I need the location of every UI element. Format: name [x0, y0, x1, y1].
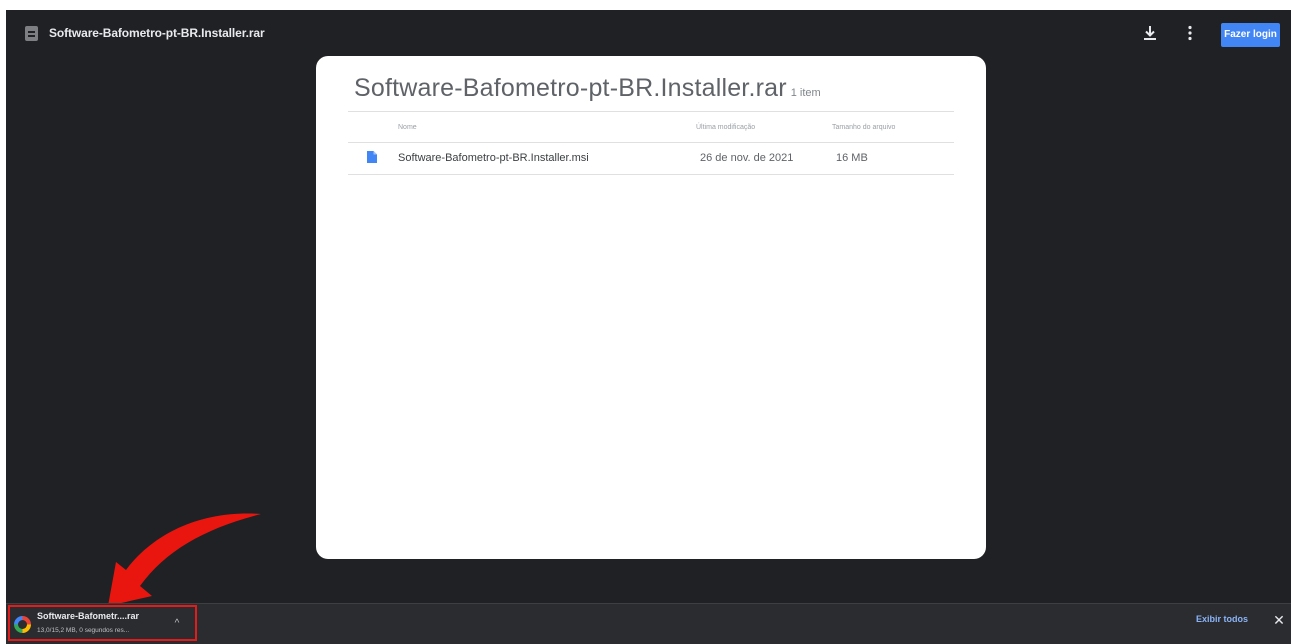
top-bar: Software-Bafometro-pt-BR.Installer.rar F… [6, 10, 1291, 56]
close-icon[interactable]: ✕ [1272, 612, 1286, 628]
file-name: Software-Bafometro-pt-BR.Installer.msi [398, 152, 589, 164]
viewer-window: Software-Bafometro-pt-BR.Installer.rar F… [6, 10, 1291, 644]
viewer-title: Software-Bafometro-pt-BR.Installer.rar [49, 26, 265, 40]
download-file-icon [14, 616, 31, 633]
column-header-name[interactable]: Nome [398, 124, 417, 131]
archive-card: Software-Bafometro-pt-BR.Installer.rar 1 … [316, 56, 986, 559]
table-row[interactable]: Software-Bafometro-pt-BR.Installer.msi 2… [348, 143, 954, 174]
download-icon[interactable] [1141, 24, 1159, 42]
show-all-button[interactable]: Exibir todos [1196, 614, 1248, 624]
file-size: 16 MB [836, 152, 868, 164]
divider [348, 174, 954, 175]
download-bar: Software-Bafometr....rar 13,0/15,2 MB, 0… [6, 603, 1291, 644]
divider [348, 111, 954, 112]
file-icon [25, 26, 38, 41]
item-count: 1 item [790, 87, 821, 99]
document-icon [367, 151, 377, 163]
download-status: 13,0/15,2 MB, 0 segundos res... [37, 627, 130, 634]
download-item[interactable]: Software-Bafometr....rar 13,0/15,2 MB, 0… [8, 605, 197, 641]
file-modified: 26 de nov. de 2021 [700, 152, 794, 164]
red-arrow-annotation [108, 513, 261, 606]
more-vert-icon[interactable] [1182, 24, 1198, 42]
download-file-name: Software-Bafometr....rar [37, 611, 140, 621]
column-header-modified[interactable]: Última modificação [696, 124, 755, 131]
column-header-size[interactable]: Tamanho do arquivo [832, 124, 895, 131]
archive-title: Software-Bafometro-pt-BR.Installer.rar [354, 74, 787, 102]
archive-header: Software-Bafometro-pt-BR.Installer.rar 1 … [354, 74, 821, 103]
login-button[interactable]: Fazer login [1221, 23, 1280, 47]
chevron-up-icon[interactable]: ^ [170, 617, 184, 631]
